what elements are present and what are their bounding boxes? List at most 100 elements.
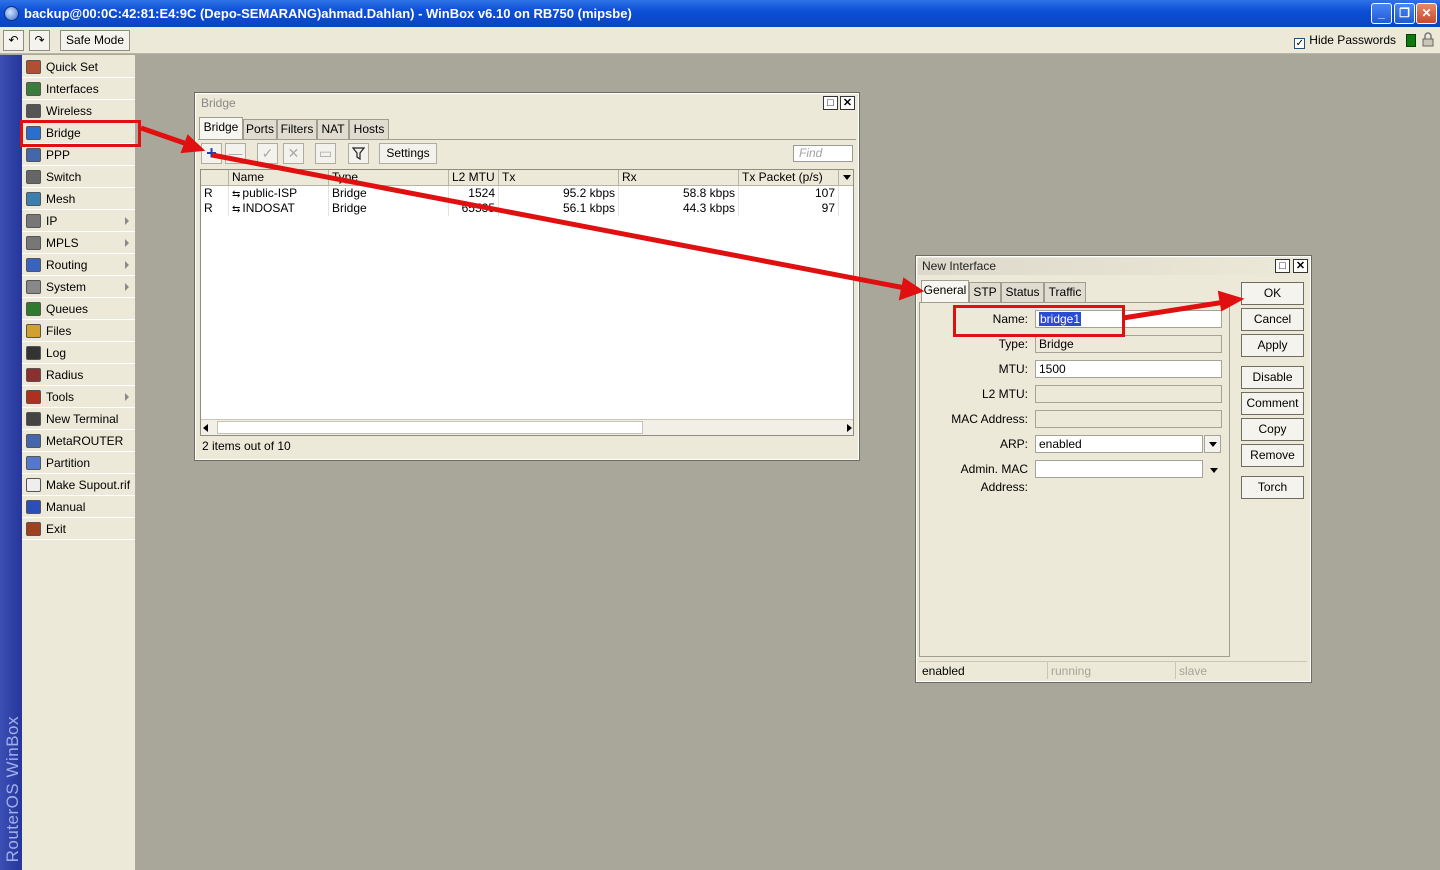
- settings-button[interactable]: Settings: [379, 143, 437, 164]
- exit-icon: [26, 522, 41, 536]
- filter-button[interactable]: [348, 143, 369, 164]
- sidebar-item-ip[interactable]: IP: [22, 210, 135, 232]
- column-header-tx-packet[interactable]: Tx Packet (p/s): [739, 170, 839, 186]
- new-interface-maximize-button[interactable]: □: [1275, 259, 1290, 273]
- column-header-rx[interactable]: Rx: [619, 170, 739, 186]
- comment-button[interactable]: Comment: [1241, 392, 1304, 415]
- redo-button[interactable]: ↷: [29, 30, 50, 51]
- sidebar-item-log[interactable]: Log: [22, 342, 135, 364]
- cell-text: 1524: [468, 186, 495, 200]
- mtu-input[interactable]: 1500: [1035, 360, 1222, 378]
- arp-dropdown-button[interactable]: [1204, 435, 1221, 453]
- undo-button[interactable]: ↶: [3, 30, 24, 51]
- ok-button[interactable]: OK: [1241, 282, 1304, 305]
- cell-txpps: 107: [739, 186, 839, 201]
- window-title: backup@00:0C:42:81:E4:9C (Depo-SEMARANG)…: [24, 6, 632, 21]
- enable-icon[interactable]: ✓: [257, 143, 278, 164]
- copy-button[interactable]: Copy: [1241, 418, 1304, 441]
- torch-button[interactable]: Torch: [1241, 476, 1304, 499]
- column-header-l2mtu[interactable]: L2 MTU: [449, 170, 499, 186]
- bridge-window-close-button[interactable]: ✕: [840, 96, 855, 110]
- tab-hosts[interactable]: Hosts: [349, 119, 389, 139]
- tab-stp[interactable]: STP: [969, 282, 1001, 302]
- tab-nat[interactable]: NAT: [317, 119, 349, 139]
- tab-filters[interactable]: Filters: [277, 119, 317, 139]
- tab-general[interactable]: General: [921, 280, 969, 302]
- flag-column-header[interactable]: [201, 170, 229, 186]
- sidebar-item-quick-set[interactable]: Quick Set: [22, 56, 135, 78]
- column-chooser-button[interactable]: [839, 170, 853, 186]
- apply-button[interactable]: Apply: [1241, 334, 1304, 357]
- minimize-button[interactable]: _: [1371, 3, 1392, 24]
- tab-status[interactable]: Status: [1001, 282, 1044, 302]
- sidebar-item-system[interactable]: System: [22, 276, 135, 298]
- horizontal-scrollbar[interactable]: [201, 419, 853, 435]
- sidebar-item-label: MetaROUTER: [46, 434, 124, 448]
- cell-rx: 44.3 kbps: [619, 201, 739, 216]
- maximize-button[interactable]: ❐: [1394, 3, 1415, 24]
- arp-select[interactable]: enabled: [1035, 435, 1203, 453]
- sidebar-item-exit[interactable]: Exit: [22, 518, 135, 540]
- routing-icon: [26, 258, 41, 272]
- disable-icon[interactable]: ✕: [283, 143, 304, 164]
- remove-button[interactable]: Remove: [1241, 444, 1304, 467]
- terminal-icon: [26, 412, 41, 426]
- sidebar-item-label: Quick Set: [46, 60, 99, 74]
- sidebar-item-interfaces[interactable]: Interfaces: [22, 78, 135, 100]
- sidebar-item-label: Mesh: [46, 192, 76, 206]
- sidebar-item-make-supout-rif[interactable]: Make Supout.rif: [22, 474, 135, 496]
- table-row[interactable]: R ⇆ INDOSAT Bridge 65535 56.1 kbps 44.3 kbps 97: [201, 201, 853, 216]
- safe-mode-button[interactable]: Safe Mode: [60, 30, 130, 51]
- cell-name: ⇆ public-ISP: [229, 186, 329, 201]
- tab-traffic[interactable]: Traffic: [1044, 282, 1086, 302]
- sidebar-item-mesh[interactable]: Mesh: [22, 188, 135, 210]
- sidebar-item-files[interactable]: Files: [22, 320, 135, 342]
- column-header-name[interactable]: Name: [229, 170, 329, 186]
- sidebar-item-ppp[interactable]: PPP: [22, 144, 135, 166]
- disable-button[interactable]: Disable: [1241, 366, 1304, 389]
- cancel-button[interactable]: Cancel: [1241, 308, 1304, 331]
- sidebar-item-radius[interactable]: Radius: [22, 364, 135, 386]
- sidebar-item-queues[interactable]: Queues: [22, 298, 135, 320]
- cell-flag: R: [201, 186, 229, 201]
- hide-passwords-checkbox[interactable]: ✓ Hide Passwords: [1294, 33, 1396, 49]
- bridge-window: Bridge □ ✕ Bridge Ports Filters NAT Host…: [194, 92, 860, 461]
- sidebar-item-manual[interactable]: Manual: [22, 496, 135, 518]
- scroll-left-icon[interactable]: [203, 424, 208, 432]
- column-header-tx[interactable]: Tx: [499, 170, 619, 186]
- close-button[interactable]: ✕: [1416, 3, 1437, 24]
- sidebar-item-label: New Terminal: [46, 412, 119, 426]
- tab-ports[interactable]: Ports: [243, 119, 277, 139]
- bridge-window-maximize-button[interactable]: □: [823, 96, 838, 110]
- sidebar-item-metarouter[interactable]: MetaROUTER: [22, 430, 135, 452]
- redo-icon: ↷: [34, 33, 45, 47]
- admin-mac-dropdown-button[interactable]: [1206, 462, 1223, 476]
- arrow-menu-to-add: [140, 125, 191, 148]
- cell-rx: 58.8 kbps: [619, 186, 739, 201]
- tab-bridge[interactable]: Bridge: [199, 117, 243, 139]
- find-input[interactable]: Find: [793, 145, 853, 162]
- scrollbar-thumb[interactable]: [217, 421, 643, 434]
- column-header-type[interactable]: Type: [329, 170, 449, 186]
- sidebar-item-partition[interactable]: Partition: [22, 452, 135, 474]
- sidebar-item-wireless[interactable]: Wireless: [22, 100, 135, 122]
- sidebar-item-routing[interactable]: Routing: [22, 254, 135, 276]
- new-interface-close-button[interactable]: ✕: [1293, 259, 1308, 273]
- sidebar-item-label: Interfaces: [46, 82, 99, 96]
- system-icon: [26, 280, 41, 294]
- remove-icon[interactable]: —: [225, 143, 246, 164]
- sidebar-item-new-terminal[interactable]: New Terminal: [22, 408, 135, 430]
- add-icon[interactable]: +: [201, 143, 222, 164]
- admin-mac-input[interactable]: [1035, 460, 1203, 478]
- sidebar-item-mpls[interactable]: MPLS: [22, 232, 135, 254]
- sidebar-item-label: Manual: [46, 500, 86, 514]
- cell-type: Bridge: [329, 186, 449, 201]
- switch-icon: [26, 170, 41, 184]
- table-row[interactable]: R ⇆ public-ISP Bridge 1524 95.2 kbps 58.8 kbps…: [201, 186, 853, 201]
- supout-icon: [26, 478, 41, 492]
- comment-icon[interactable]: ▭: [315, 143, 336, 164]
- arp-label: ARP:: [999, 437, 1028, 451]
- scroll-right-icon[interactable]: [847, 424, 852, 432]
- sidebar-item-tools[interactable]: Tools: [22, 386, 135, 408]
- sidebar-item-switch[interactable]: Switch: [22, 166, 135, 188]
